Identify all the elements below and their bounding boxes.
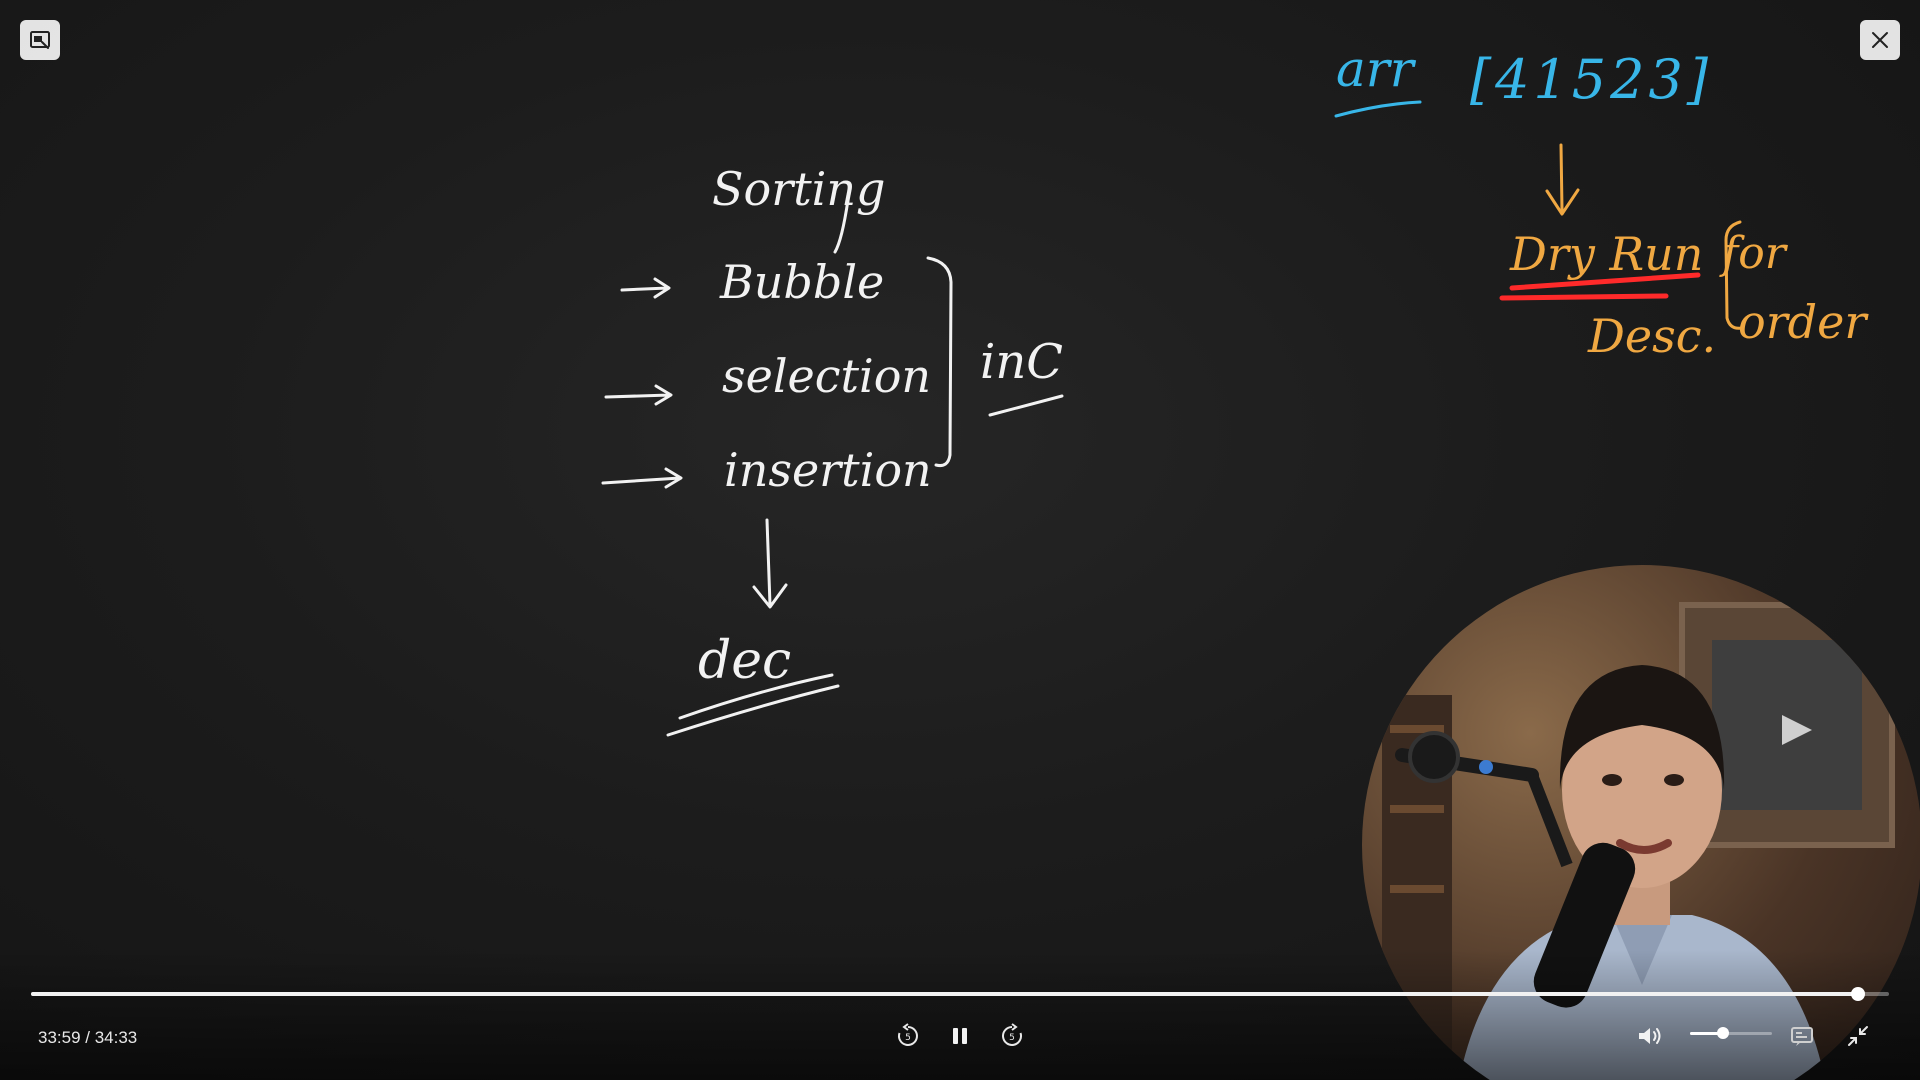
board-for-label: for <box>1719 228 1789 279</box>
exit-fullscreen-icon <box>1848 1026 1868 1046</box>
forward-button[interactable]: 5 <box>994 1018 1030 1054</box>
arrow-selection <box>604 384 673 406</box>
forward-5-icon: 5 <box>1002 1023 1022 1046</box>
board-result-label: dec <box>698 631 791 691</box>
board-order-label: order <box>1738 295 1869 349</box>
volume-button[interactable] <box>1632 1018 1668 1054</box>
mini-player-button[interactable] <box>20 20 60 60</box>
svg-text:5: 5 <box>905 1033 911 1043</box>
close-button[interactable] <box>1860 20 1900 60</box>
arrow-down-to-dec <box>752 518 788 609</box>
board-brace-label: inC <box>980 334 1063 390</box>
bracket-stroke <box>926 256 953 467</box>
exit-fullscreen-button[interactable] <box>1840 1018 1876 1054</box>
board-array-values: [41523] <box>1470 48 1712 111</box>
progress-bar[interactable] <box>31 987 1889 1001</box>
duration: 34:33 <box>94 1028 138 1047</box>
volume-thumb[interactable] <box>1716 1027 1729 1039</box>
mini-player-icon <box>30 31 50 49</box>
board-title-sorting: Sorting <box>712 162 885 216</box>
pause-button[interactable] <box>942 1018 978 1054</box>
current-time: 33:59 <box>38 1028 81 1047</box>
arrow-bubble <box>620 277 671 299</box>
progress-fill <box>31 992 1859 996</box>
board-item-bubble: Bubble <box>719 255 884 309</box>
brace-label-underline <box>988 394 1064 417</box>
pause-icon <box>953 1028 967 1044</box>
volume-icon <box>1639 1028 1661 1044</box>
board-item-insertion: insertion <box>724 443 932 497</box>
volume-slider[interactable] <box>1690 1027 1772 1039</box>
arrow-down-to-dry-run <box>1545 143 1580 216</box>
rewind-5-icon: 5 <box>898 1023 918 1046</box>
controls-gradient <box>0 950 1920 1080</box>
video-player[interactable]: Sorting Bubble selection insertion inC d… <box>0 0 1920 1080</box>
arrow-insertion <box>601 467 683 489</box>
array-name-underline <box>1334 100 1422 118</box>
time-separator: / <box>80 1028 95 1047</box>
close-icon <box>1872 32 1888 48</box>
time-display: 33:59 / 34:33 <box>38 1028 137 1048</box>
board-item-selection: selection <box>722 349 931 403</box>
board-desc-label: Desc. <box>1587 309 1716 363</box>
captions-button[interactable] <box>1784 1018 1820 1054</box>
board-dry-run-label: Dry Run <box>1509 227 1703 281</box>
svg-text:5: 5 <box>1009 1033 1015 1043</box>
captions-icon <box>1791 1027 1813 1046</box>
rewind-button[interactable]: 5 <box>890 1018 926 1054</box>
board-array-name: arr <box>1336 40 1417 98</box>
